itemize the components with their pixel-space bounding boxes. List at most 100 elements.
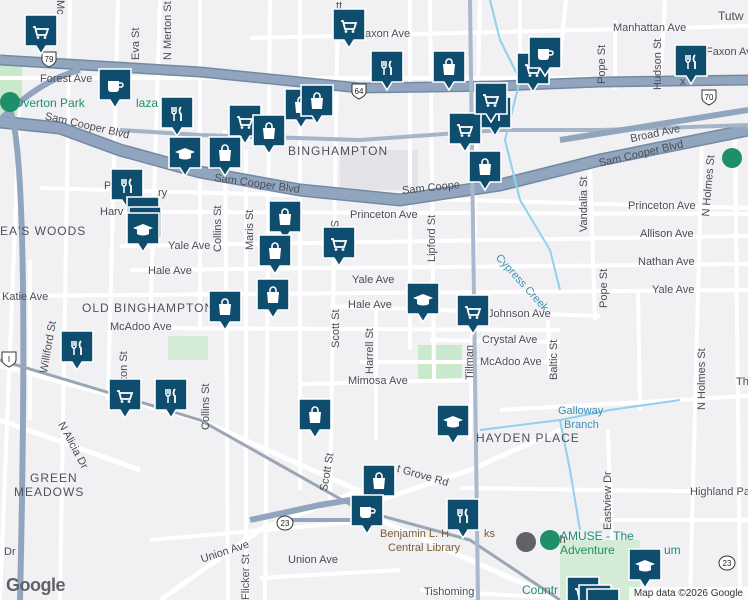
shopping-cart-icon: [24, 14, 58, 56]
map-pin-cafe[interactable]: [350, 494, 384, 536]
street-label: axon Ave: [365, 28, 411, 40]
map-pin-shop[interactable]: [468, 150, 502, 192]
street-label: ton St: [118, 351, 130, 380]
map-pin-shop[interactable]: [298, 398, 332, 440]
place-label[interactable]: Benjamin L. H: [380, 528, 449, 540]
place-label[interactable]: um: [664, 544, 681, 556]
shopping-cart-icon: [108, 378, 142, 420]
map-pin-school[interactable]: [126, 212, 160, 254]
street-label: Th: [736, 376, 748, 388]
shopping-bag-icon: [300, 84, 334, 126]
map-pin-shop[interactable]: [208, 290, 242, 332]
street-label: Mc: [54, 0, 66, 15]
street-label: Scott St: [330, 309, 342, 348]
svg-text:79: 79: [45, 55, 54, 64]
street-label: McAdoo Ave: [480, 356, 542, 368]
map-pin-shop[interactable]: [252, 114, 286, 156]
street-label: Crystal Ave: [482, 334, 538, 346]
map-pin-shop[interactable]: [258, 234, 292, 276]
map-pin-cafe[interactable]: [528, 36, 562, 78]
map-pin-school[interactable]: [628, 548, 662, 590]
fork-knife-icon: [160, 96, 194, 138]
shopping-cart-icon: [322, 226, 356, 268]
place-label[interactable]: Adventure: [560, 544, 615, 556]
district-label: OLD BINGHAMPTON: [82, 301, 215, 315]
street-label: Lipford St: [426, 214, 438, 262]
street-label: Nathan Ave: [638, 256, 695, 268]
map-pin-shop[interactable]: [208, 136, 242, 178]
map-pin-restaurant[interactable]: [370, 50, 404, 92]
graduation-cap-icon: [168, 136, 202, 178]
map-pin-restaurant[interactable]: [446, 498, 480, 540]
map-pin-school[interactable]: [436, 404, 470, 446]
svg-text:64: 64: [355, 87, 364, 96]
map-pin-grocery[interactable]: [332, 8, 366, 50]
map-pin-grocery[interactable]: [108, 378, 142, 420]
street-label: Baltic St: [548, 339, 560, 380]
museum-icon[interactable]: [516, 532, 536, 552]
park-icon[interactable]: [540, 530, 560, 550]
map-pin-shop[interactable]: [432, 50, 466, 92]
google-logo: Google: [6, 575, 66, 595]
fork-knife-icon: [154, 378, 188, 420]
map-pin-grocery[interactable]: [24, 14, 58, 56]
street-label: Yale Ave: [352, 274, 395, 286]
street-label: Highland Park: [690, 486, 748, 498]
street-label: Faxon Ave: [706, 46, 748, 58]
svg-text:I: I: [8, 355, 10, 364]
street-label: Princeton Ave: [350, 209, 418, 221]
map-attribution[interactable]: Map data ©2026 Google: [628, 587, 748, 600]
street-label: Yale Ave: [652, 284, 695, 296]
map-pin-restaurant[interactable]: [154, 378, 188, 420]
street-label: McAdoo Ave: [110, 321, 172, 333]
map-pin-grocery[interactable]: [474, 82, 508, 124]
place-label[interactable]: Countr: [522, 584, 558, 596]
map-pin-shop[interactable]: [256, 278, 290, 320]
map-pin-grocery[interactable]: [456, 294, 490, 336]
coffee-cup-icon: [350, 494, 384, 536]
street-label: Katie Ave: [2, 291, 49, 303]
graduation-cap-icon: [406, 282, 440, 324]
street-label: Pope St: [596, 44, 608, 84]
map-pin-grocery[interactable]: [322, 226, 356, 268]
route-shield-icon: I: [1, 351, 17, 368]
map-pin-school[interactable]: [168, 136, 202, 178]
shopping-bag-icon: [258, 234, 292, 276]
street-label: Manhattan Ave: [613, 22, 687, 34]
place-label[interactable]: Overton Park: [14, 97, 85, 109]
graduation-cap-icon: [436, 404, 470, 446]
map-pin-restaurant[interactable]: [60, 330, 94, 372]
fork-knife-icon: [60, 330, 94, 372]
shopping-cart-icon: [456, 294, 490, 336]
place-label[interactable]: AMUSE - The: [560, 530, 634, 542]
shopping-bag-icon: [252, 114, 286, 156]
map-pin-restaurant[interactable]: [674, 44, 708, 86]
district-label: GREEN: [30, 471, 78, 485]
shopping-bag-icon: [208, 290, 242, 332]
place-label[interactable]: laza: [136, 97, 158, 109]
map-pin-school[interactable]: [406, 282, 440, 324]
map-pin-shop[interactable]: [300, 84, 334, 126]
coffee-cup-icon: [528, 36, 562, 78]
park-icon[interactable]: [722, 148, 742, 168]
map-pin-grocery[interactable]: [586, 588, 620, 600]
park-icon[interactable]: [0, 92, 20, 112]
park-area: [168, 336, 208, 360]
shopping-bag-icon: [432, 50, 466, 92]
state-route-shield-icon: 23: [276, 515, 294, 531]
district-label: EA'S WOODS: [0, 224, 87, 238]
place-label[interactable]: ks: [484, 528, 495, 540]
street-label: Hale Ave: [148, 265, 192, 277]
water-label: Branch: [564, 419, 599, 431]
svg-text:70: 70: [705, 93, 714, 102]
map-pin-restaurant[interactable]: [160, 96, 194, 138]
district-label: HAYDEN PLACE: [476, 431, 580, 445]
street-label: Princeton Ave: [628, 200, 696, 212]
map-canvas[interactable]: BINGHAMPTON OLD BINGHAMPTON EA'S WOODS G…: [0, 0, 748, 600]
street-label: Mimosa Ave: [348, 375, 408, 387]
graduation-cap-icon: [126, 212, 160, 254]
svg-text:23: 23: [281, 519, 290, 528]
street-label: Vandalia St: [578, 176, 590, 232]
place-label[interactable]: Central Library: [388, 542, 460, 554]
map-pin-cafe[interactable]: [98, 68, 132, 110]
